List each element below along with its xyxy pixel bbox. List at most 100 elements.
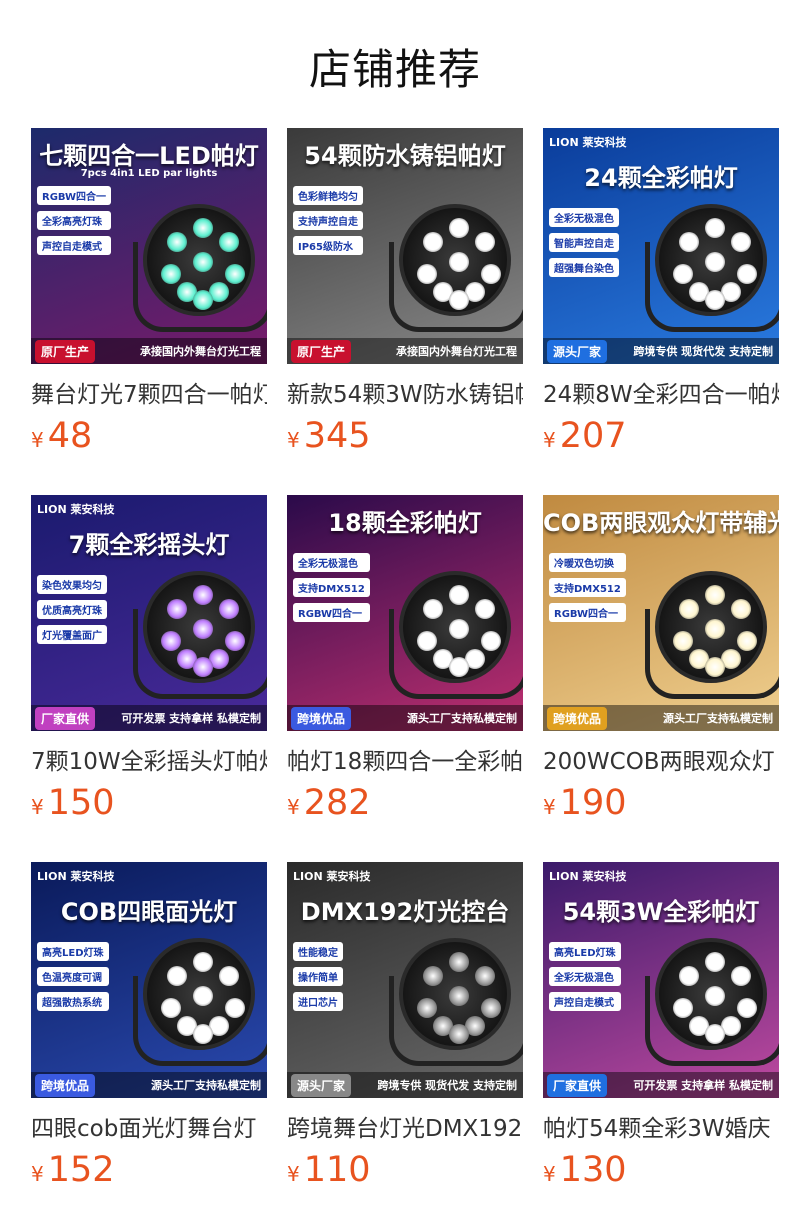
product-image[interactable]: LION 莱安科技 24颗全彩帕灯全彩无极混色 智能声控自走 超强舞台染色源头厂家 跨境… xyxy=(543,128,779,364)
feature-tag: RGBW四合一 xyxy=(293,603,370,622)
product-image[interactable]: LION 莱安科技 COB四眼面光灯高亮LED灯珠 色温亮度可调 超强散热系统跨境优品… xyxy=(31,862,267,1098)
image-headline: 7颗全彩摇头灯 xyxy=(68,531,230,559)
feature-tags: 全彩无极混色 智能声控自走 超强舞台染色 xyxy=(549,208,619,283)
image-bottom-banner: 跨境优品 源头工厂支持私模定制 xyxy=(287,705,523,731)
feature-tag: 高亮LED灯珠 xyxy=(549,942,621,961)
image-headline: COB四眼面光灯 xyxy=(60,898,238,926)
product-price: ¥190 xyxy=(543,781,779,825)
image-slogan: 承接国内外舞台灯光工程 xyxy=(396,345,517,358)
feature-tag: 色温亮度可调 xyxy=(37,967,109,986)
stage-light-icon xyxy=(133,938,267,1066)
seller-badge: 跨境优品 xyxy=(547,706,608,730)
product-image[interactable]: 七颗四合一LED帕灯 7pcs 4in1 LED par lights RGBW四合… xyxy=(31,128,267,364)
feature-tag: 高亮LED灯珠 xyxy=(37,942,109,961)
image-bottom-banner: 跨境优品 源头工厂支持私模定制 xyxy=(31,1072,267,1098)
product-card[interactable]: 18颗全彩帕灯 全彩无极混色 支持DMX512 RGBW四合一 跨境优品 源头工厂支持私模… xyxy=(287,495,523,825)
image-bottom-banner: 原厂生产 承接国内外舞台灯光工程 xyxy=(287,338,523,364)
image-bottom-banner: 源头厂家 跨境专供 现货代发 支持定制 xyxy=(543,338,779,364)
feature-tag: 超强舞台染色 xyxy=(549,258,619,277)
feature-tags: 冷暖双色切换 支持DMX512 RGBW四合一 xyxy=(549,553,626,628)
feature-tag: 进口芯片 xyxy=(293,992,343,1011)
feature-tag: 冷暖双色切换 xyxy=(549,553,626,572)
image-slogan: 跨境专供 现货代发 支持定制 xyxy=(633,345,773,358)
feature-tag: 智能声控自走 xyxy=(549,233,619,252)
feature-tag: 染色效果均匀 xyxy=(37,575,107,594)
brand-logo: LION 莱安科技 xyxy=(37,870,115,883)
product-card[interactable]: LION 莱安科技 24颗全彩帕灯全彩无极混色 智能声控自走 超强舞台染色源头厂家 跨境… xyxy=(543,128,779,458)
product-card[interactable]: COB两眼观众灯带辅光 冷暖双色切换 支持DMX512 RGBW四合一 跨境优品 源头工厂… xyxy=(543,495,779,825)
feature-tag: 灯光覆盖面广 xyxy=(37,625,107,644)
product-name[interactable]: 帕灯18颗四合一全彩帕灯 xyxy=(287,747,523,777)
seller-badge: 跨境优品 xyxy=(35,1073,96,1097)
price-value: 282 xyxy=(303,783,371,823)
feature-tags: 色彩鲜艳均匀 支持声控自走 IP65级防水 xyxy=(293,186,363,261)
product-name[interactable]: 跨境舞台灯光DMX192控台 xyxy=(287,1114,523,1144)
product-card[interactable]: LION 莱安科技 DMX192灯光控台 性能稳定 操作简单 进口芯片 源头厂家 跨境专供 … xyxy=(287,862,523,1192)
price-value: 190 xyxy=(559,783,627,823)
product-name[interactable]: 7颗10W全彩摇头灯帕灯 xyxy=(31,747,267,777)
seller-badge: 跨境优品 xyxy=(291,706,352,730)
image-headline: DMX192灯光控台 xyxy=(300,898,510,926)
feature-tag: 全彩无极混色 xyxy=(549,208,619,227)
image-slogan: 承接国内外舞台灯光工程 xyxy=(140,345,261,358)
stage-light-icon xyxy=(389,204,523,332)
seller-badge: 原厂生产 xyxy=(291,339,352,363)
brand-logo: LION 莱安科技 xyxy=(549,136,627,149)
feature-tag: 优质高亮灯珠 xyxy=(37,600,107,619)
product-card[interactable]: LION 莱安科技 COB四眼面光灯高亮LED灯珠 色温亮度可调 超强散热系统跨境优品… xyxy=(31,862,267,1192)
price-value: 130 xyxy=(559,1150,627,1190)
currency-symbol: ¥ xyxy=(543,1162,556,1186)
product-price: ¥282 xyxy=(287,781,523,825)
product-name[interactable]: 帕灯54颗全彩3W婚庆 xyxy=(543,1114,779,1144)
image-bottom-banner: 厂家直供 可开发票 支持拿样 私模定制 xyxy=(543,1072,779,1098)
stage-light-icon xyxy=(133,571,267,699)
product-price: ¥130 xyxy=(543,1148,779,1192)
product-name[interactable]: 舞台灯光7颗四合一帕灯 xyxy=(31,380,267,410)
stage-light-icon xyxy=(389,571,523,699)
brand-logo: LION 莱安科技 xyxy=(37,503,115,516)
product-card[interactable]: 54颗防水铸铝帕灯 色彩鲜艳均匀 支持声控自走 IP65级防水 原厂生产 承接国内外舞台灯… xyxy=(287,128,523,458)
price-value: 207 xyxy=(559,416,627,456)
product-image[interactable]: LION 莱安科技 7颗全彩摇头灯染色效果均匀 优质高亮灯珠 灯光覆盖面广厂家直供 可开… xyxy=(31,495,267,731)
feature-tag: 全彩高亮灯珠 xyxy=(37,211,112,230)
feature-tag: 声控自走模式 xyxy=(549,992,621,1011)
product-name[interactable]: 新款54颗3W防水铸铝帕灯 xyxy=(287,380,523,410)
seller-badge: 源头厂家 xyxy=(291,1073,352,1097)
stage-light-icon xyxy=(645,938,779,1066)
feature-tag: 色彩鲜艳均匀 xyxy=(293,186,363,205)
stage-light-icon xyxy=(645,204,779,332)
seller-badge: 厂家直供 xyxy=(547,1073,608,1097)
stage-light-icon xyxy=(389,938,523,1066)
product-image[interactable]: COB两眼观众灯带辅光 冷暖双色切换 支持DMX512 RGBW四合一 跨境优品 源头工厂… xyxy=(543,495,779,731)
seller-badge: 厂家直供 xyxy=(35,706,96,730)
feature-tags: 性能稳定 操作简单 进口芯片 xyxy=(293,942,343,1017)
product-name[interactable]: 24颗8W全彩四合一帕灯 xyxy=(543,380,779,410)
product-name[interactable]: 四眼cob面光灯舞台灯 xyxy=(31,1114,267,1144)
image-subline: 7pcs 4in1 LED par lights xyxy=(80,168,218,179)
product-card[interactable]: 七颗四合一LED帕灯 7pcs 4in1 LED par lights RGBW四合… xyxy=(31,128,267,458)
product-image[interactable]: 54颗防水铸铝帕灯 色彩鲜艳均匀 支持声控自走 IP65级防水 原厂生产 承接国内外舞台灯… xyxy=(287,128,523,364)
image-slogan: 源头工厂支持私模定制 xyxy=(151,1079,261,1092)
image-slogan: 可开发票 支持拿样 私模定制 xyxy=(633,1079,773,1092)
price-value: 110 xyxy=(303,1150,371,1190)
image-bottom-banner: 跨境优品 源头工厂支持私模定制 xyxy=(543,705,779,731)
product-card[interactable]: LION 莱安科技 7颗全彩摇头灯染色效果均匀 优质高亮灯珠 灯光覆盖面广厂家直供 可开… xyxy=(31,495,267,825)
feature-tags: 高亮LED灯珠 全彩无极混色 声控自走模式 xyxy=(549,942,621,1017)
product-price: ¥150 xyxy=(31,781,267,825)
product-price: ¥152 xyxy=(31,1148,267,1192)
image-bottom-banner: 厂家直供 可开发票 支持拿样 私模定制 xyxy=(31,705,267,731)
image-headline: 24颗全彩帕灯 xyxy=(584,164,738,192)
product-card[interactable]: LION 莱安科技 54颗3W全彩帕灯 高亮LED灯珠 全彩无极混色 声控自走模式 厂家直… xyxy=(543,862,779,1192)
product-name[interactable]: 200WCOB两眼观众灯 xyxy=(543,747,779,777)
product-image[interactable]: LION 莱安科技 DMX192灯光控台 性能稳定 操作简单 进口芯片 源头厂家 跨境专供 … xyxy=(287,862,523,1098)
product-image[interactable]: 18颗全彩帕灯 全彩无极混色 支持DMX512 RGBW四合一 跨境优品 源头工厂支持私模… xyxy=(287,495,523,731)
image-bottom-banner: 源头厂家 跨境专供 现货代发 支持定制 xyxy=(287,1072,523,1098)
price-value: 345 xyxy=(303,416,371,456)
image-bottom-banner: 原厂生产 承接国内外舞台灯光工程 xyxy=(31,338,267,364)
feature-tag: 全彩无极混色 xyxy=(549,967,621,986)
product-image[interactable]: LION 莱安科技 54颗3W全彩帕灯 高亮LED灯珠 全彩无极混色 声控自走模式 厂家直… xyxy=(543,862,779,1098)
feature-tags: 高亮LED灯珠 色温亮度可调 超强散热系统 xyxy=(37,942,109,1017)
stage-light-icon xyxy=(133,204,267,332)
feature-tag: 支持声控自走 xyxy=(293,211,363,230)
image-slogan: 源头工厂支持私模定制 xyxy=(407,712,517,725)
